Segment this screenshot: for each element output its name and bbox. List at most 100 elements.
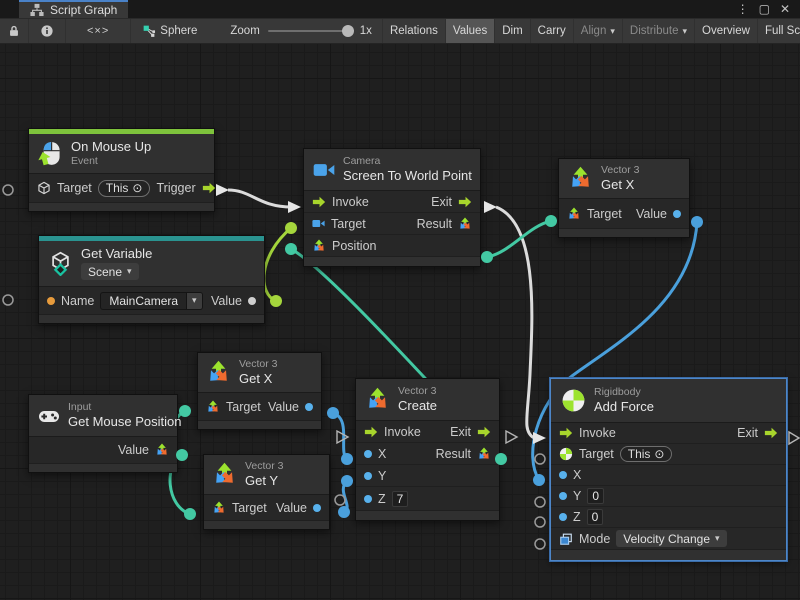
flow-out-icon[interactable] [764, 426, 778, 440]
port-exit-label: Exit [737, 426, 758, 440]
distribute-button[interactable]: Distribute▾ [623, 19, 695, 43]
port-y-input[interactable] [559, 492, 567, 500]
port-x-label: X [378, 447, 386, 461]
flow-in-icon[interactable] [364, 425, 378, 439]
port-mode-label: Mode [579, 532, 610, 546]
port-z-input[interactable] [559, 513, 567, 521]
port-x-input[interactable] [559, 471, 567, 479]
node-get-variable[interactable]: Get Variable Scene ▾ Name MainCamera ▾ V… [38, 235, 265, 324]
port-value-output[interactable] [305, 403, 313, 411]
y-value-field[interactable]: 0 [587, 488, 604, 504]
node-get-mouse-position[interactable]: Input Get Mouse Position Value [28, 394, 178, 473]
overview-label: Overview [702, 25, 750, 37]
node-title: Get Mouse Position [68, 415, 168, 429]
graph-canvas[interactable]: On Mouse Up Event Target This ⊙ Trigger [0, 44, 800, 600]
z-value-field[interactable]: 7 [392, 491, 409, 507]
node-rigidbody-add-force[interactable]: Rigidbody Add Force Invoke Exit Target T… [550, 378, 787, 561]
port-value-label: Value [636, 207, 667, 221]
node-category: Rigidbody [594, 387, 654, 398]
distribute-label: Distribute [630, 25, 679, 37]
vector3-port-icon[interactable] [567, 207, 581, 221]
port-z-input[interactable] [364, 495, 372, 503]
port-value-output[interactable] [673, 210, 681, 218]
port-name-input[interactable] [47, 297, 55, 305]
flow-out-icon[interactable] [477, 425, 491, 439]
dim-button[interactable]: Dim [495, 19, 530, 43]
close-icon[interactable]: ✕ [775, 1, 795, 17]
variable-scope-dropdown[interactable]: Scene ▾ [81, 263, 139, 280]
lock-button[interactable] [0, 19, 29, 43]
maximize-icon[interactable]: ▢ [754, 1, 775, 17]
node-title: Screen To World Point [343, 169, 471, 183]
port-invoke-label: Invoke [332, 195, 369, 209]
tab-script-graph[interactable]: Script Graph [19, 0, 128, 18]
vector3-port-icon[interactable] [212, 501, 226, 515]
node-title: Get Y [245, 474, 284, 488]
port-name-label: Name [61, 294, 94, 308]
graph-asset-button[interactable]: Sphere [131, 19, 204, 43]
zoom-value: 1x [360, 25, 372, 37]
menu-icon[interactable]: ⋮ [732, 1, 754, 17]
variable-name-dropdown[interactable]: MainCamera ▾ [100, 292, 202, 310]
node-vector3-get-x-top[interactable]: Vector 3 Get X Target Value [558, 158, 690, 238]
node-vector3-get-y[interactable]: Vector 3 Get Y Target Value [203, 454, 330, 530]
vector3-port-icon[interactable] [155, 443, 169, 457]
dim-label: Dim [502, 25, 522, 37]
scope-label: Scene [88, 265, 122, 279]
flow-in-icon[interactable] [312, 195, 326, 209]
node-title: On Mouse Up [71, 140, 151, 154]
port-value-label: Value [118, 443, 149, 457]
vector3-port-icon[interactable] [312, 239, 326, 253]
code-view-button[interactable]: <×> [66, 19, 131, 43]
node-title: Add Force [594, 400, 654, 414]
graph-asset-name: Sphere [160, 25, 197, 37]
variable-icon [48, 251, 73, 276]
zoom-slider[interactable] [268, 30, 352, 32]
camera-port-icon[interactable] [312, 217, 325, 230]
node-on-mouse-up[interactable]: On Mouse Up Event Target This ⊙ Trigger [28, 128, 215, 212]
node-footer [39, 315, 264, 323]
rigidbody-port-icon[interactable] [559, 447, 573, 461]
port-value-output[interactable] [313, 504, 321, 512]
values-button[interactable]: Values [446, 19, 495, 43]
port-y-input[interactable] [364, 472, 372, 480]
port-target-label: Target [57, 181, 92, 195]
node-screen-to-world-point[interactable]: Camera Screen To World Point Invoke Exit… [303, 148, 481, 267]
node-vector3-get-x-mid[interactable]: Vector 3 Get X Target Value [197, 352, 322, 430]
carry-button[interactable]: Carry [531, 19, 574, 43]
overview-button[interactable]: Overview [695, 19, 758, 43]
info-button[interactable] [29, 19, 66, 43]
port-z-label: Z [573, 510, 581, 524]
mode-dropdown[interactable]: Velocity Change ▾ [616, 530, 726, 547]
port-x-input[interactable] [364, 450, 372, 458]
relations-button[interactable]: Relations [382, 19, 446, 43]
port-value-output[interactable] [248, 297, 256, 305]
flow-out-icon[interactable] [458, 195, 472, 209]
z-value-field[interactable]: 0 [587, 509, 604, 525]
game-object-icon [37, 181, 51, 195]
enum-port-icon[interactable] [559, 532, 573, 546]
port-x-label: X [573, 468, 581, 482]
vector3-port-icon[interactable] [206, 400, 220, 414]
object-picker-icon: ⊙ [654, 447, 664, 461]
node-footer [551, 550, 786, 560]
align-button[interactable]: Align▾ [574, 19, 623, 43]
flow-in-icon[interactable] [559, 426, 573, 440]
wire-gety-to-create-y [343, 481, 347, 512]
gamepad-icon [38, 405, 60, 427]
object-picker-icon: ⊙ [132, 181, 142, 195]
port-target-label: Target [226, 400, 261, 414]
node-title: Create [398, 399, 437, 413]
dropdown-caret-button[interactable]: ▾ [186, 293, 202, 309]
target-this-chip[interactable]: This ⊙ [98, 180, 151, 197]
vector3-port-icon[interactable] [458, 217, 472, 231]
flow-out-icon[interactable] [202, 181, 216, 195]
target-this-chip[interactable]: This ⊙ [620, 446, 673, 462]
vector3-icon [212, 462, 237, 487]
vector3-port-icon[interactable] [477, 447, 491, 461]
zoom-slider-handle[interactable] [342, 25, 354, 37]
node-category: Vector 3 [245, 461, 284, 472]
node-vector3-create[interactable]: Vector 3 Create Invoke Exit X Result Y [355, 378, 500, 521]
chevron-down-icon: ▾ [715, 534, 720, 543]
full-screen-button[interactable]: Full Screen [758, 19, 800, 43]
